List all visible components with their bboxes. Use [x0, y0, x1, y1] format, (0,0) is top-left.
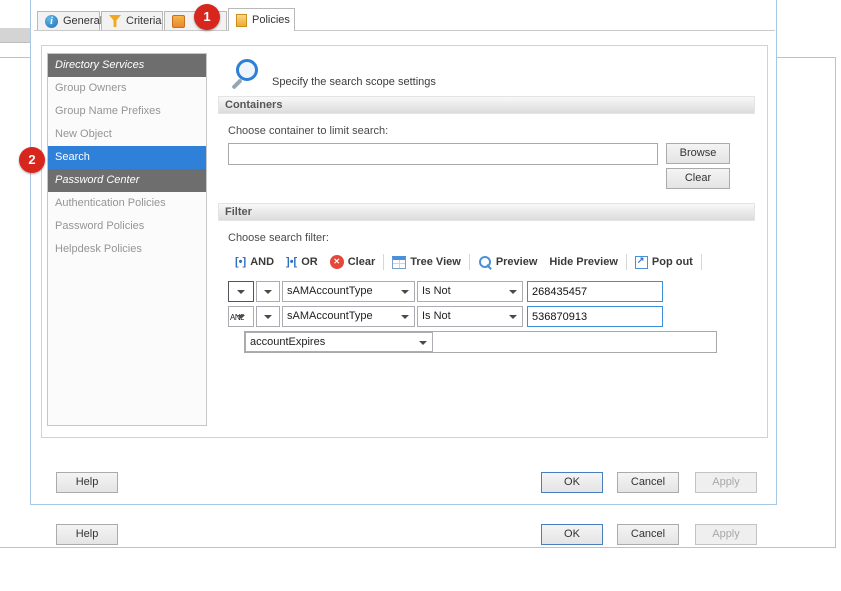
chevron-down-icon — [401, 290, 409, 294]
chevron-down-icon — [264, 290, 272, 294]
chevron-down-icon — [237, 315, 245, 319]
or-button[interactable]: OR — [280, 254, 324, 270]
help-button[interactable]: Help — [56, 472, 118, 493]
sidebar-item-password-policies[interactable]: Password Policies — [48, 215, 206, 238]
policies-icon — [236, 14, 247, 27]
annotation-badge-2: 2 — [19, 147, 45, 173]
scope-description: Specify the search scope settings — [272, 76, 436, 88]
tab-policies[interactable]: Policies — [228, 8, 295, 31]
chevron-down-icon — [264, 315, 272, 319]
filter-row1-value-input[interactable] — [527, 281, 663, 302]
and-button[interactable]: AND — [229, 254, 280, 270]
operator-value: Is Not — [422, 310, 508, 322]
sidebar-item-helpdesk-policies[interactable]: Helpdesk Policies — [48, 238, 206, 261]
sidebar-header-password-center: Password Center — [48, 169, 206, 192]
and-label: AND — [250, 256, 274, 268]
tab-label: General — [63, 15, 102, 27]
choose-container-label: Choose container to limit search: — [228, 125, 388, 137]
screen: Help OK Cancel Apply General Criteria Po… — [0, 0, 841, 591]
toolbar-separator — [701, 254, 702, 270]
policies-sidebar: Directory Services Group Owners Group Na… — [47, 53, 207, 426]
tabstrip-divider — [34, 30, 775, 31]
clear-icon — [330, 255, 344, 269]
clear-label: Clear — [348, 256, 376, 268]
chevron-down-icon — [401, 315, 409, 319]
tree-view-label: Tree View — [410, 256, 461, 268]
tree-view-button[interactable]: Tree View — [386, 254, 467, 271]
attribute-value: sAMAccountType — [287, 310, 400, 322]
pop-out-label: Pop out — [652, 256, 693, 268]
clear-filter-button[interactable]: Clear — [324, 253, 382, 271]
filter-row1-join-combo[interactable] — [228, 281, 254, 302]
ok-button[interactable]: OK — [541, 472, 603, 493]
chevron-down-icon — [237, 290, 245, 294]
sidebar-item-new-object[interactable]: New Object — [48, 123, 206, 146]
filter-row2-operator-combo[interactable]: Is Not — [417, 306, 523, 327]
filter-row3-attribute-combo[interactable]: accountExpires — [245, 332, 433, 352]
and-icon — [235, 256, 246, 268]
toolbar-separator — [626, 254, 627, 270]
pop-out-button[interactable]: Pop out — [629, 254, 699, 271]
info-icon — [45, 15, 58, 28]
filter-toolbar: AND OR Clear Tree View Preview Hide Prev — [229, 251, 704, 273]
preview-button[interactable]: Preview — [472, 253, 544, 271]
chevron-down-icon — [509, 290, 517, 294]
choose-filter-label: Choose search filter: — [228, 232, 329, 244]
tab-general[interactable]: General — [37, 11, 100, 30]
apply-button-background[interactable]: Apply — [695, 524, 757, 545]
container-input[interactable] — [228, 143, 658, 165]
sidebar-header-directory-services: Directory Services — [48, 54, 206, 77]
annotation-badge-1: 1 — [194, 4, 220, 30]
apply-button[interactable]: Apply — [695, 472, 757, 493]
sidebar-item-search[interactable]: Search — [48, 146, 206, 169]
tree-view-icon — [392, 256, 406, 269]
preview-icon — [478, 255, 492, 269]
cancel-button-background[interactable]: Cancel — [617, 524, 679, 545]
chevron-down-icon — [419, 341, 427, 345]
clear-container-button[interactable]: Clear — [666, 168, 730, 189]
sidebar-item-group-owners[interactable]: Group Owners — [48, 77, 206, 100]
attribute-value: sAMAccountType — [287, 285, 400, 297]
attribute-value: accountExpires — [250, 336, 418, 348]
containers-section-header: Containers — [218, 96, 755, 114]
chevron-down-icon — [509, 315, 517, 319]
hide-preview-label: Hide Preview — [549, 256, 617, 268]
sidebar-item-authentication-policies[interactable]: Authentication Policies — [48, 192, 206, 215]
document-icon — [172, 15, 185, 28]
help-button-background[interactable]: Help — [56, 524, 118, 545]
search-scope-icon — [229, 59, 261, 91]
tab-label: Criteria — [126, 15, 161, 27]
filter-row1-options-combo[interactable] — [256, 281, 280, 302]
filter-row2-join-combo[interactable]: AND — [228, 306, 254, 327]
sidebar-item-group-name-prefixes[interactable]: Group Name Prefixes — [48, 100, 206, 123]
filter-row1-operator-combo[interactable]: Is Not — [417, 281, 523, 302]
pop-out-icon — [635, 256, 648, 269]
filter-row2-options-combo[interactable] — [256, 306, 280, 327]
tab-criteria[interactable]: Criteria — [101, 11, 163, 30]
or-label: OR — [301, 256, 318, 268]
filter-section-header: Filter — [218, 203, 755, 221]
preview-label: Preview — [496, 256, 538, 268]
or-icon — [286, 256, 297, 268]
magnifier-handle — [231, 78, 242, 89]
hide-preview-button[interactable]: Hide Preview — [543, 254, 623, 270]
filter-row2-value-input[interactable] — [527, 306, 663, 327]
filter-row1-attribute-combo[interactable]: sAMAccountType — [282, 281, 415, 302]
operator-value: Is Not — [422, 285, 508, 297]
cancel-button[interactable]: Cancel — [617, 472, 679, 493]
browse-button[interactable]: Browse — [666, 143, 730, 164]
ok-button-background[interactable]: OK — [541, 524, 603, 545]
filter-icon — [109, 15, 121, 27]
filter-row2-attribute-combo[interactable]: sAMAccountType — [282, 306, 415, 327]
toolbar-separator — [383, 254, 384, 270]
tab-label: Policies — [252, 14, 290, 26]
toolbar-separator — [469, 254, 470, 270]
policies-dialog: General Criteria Policies Directory Serv… — [30, 0, 777, 505]
